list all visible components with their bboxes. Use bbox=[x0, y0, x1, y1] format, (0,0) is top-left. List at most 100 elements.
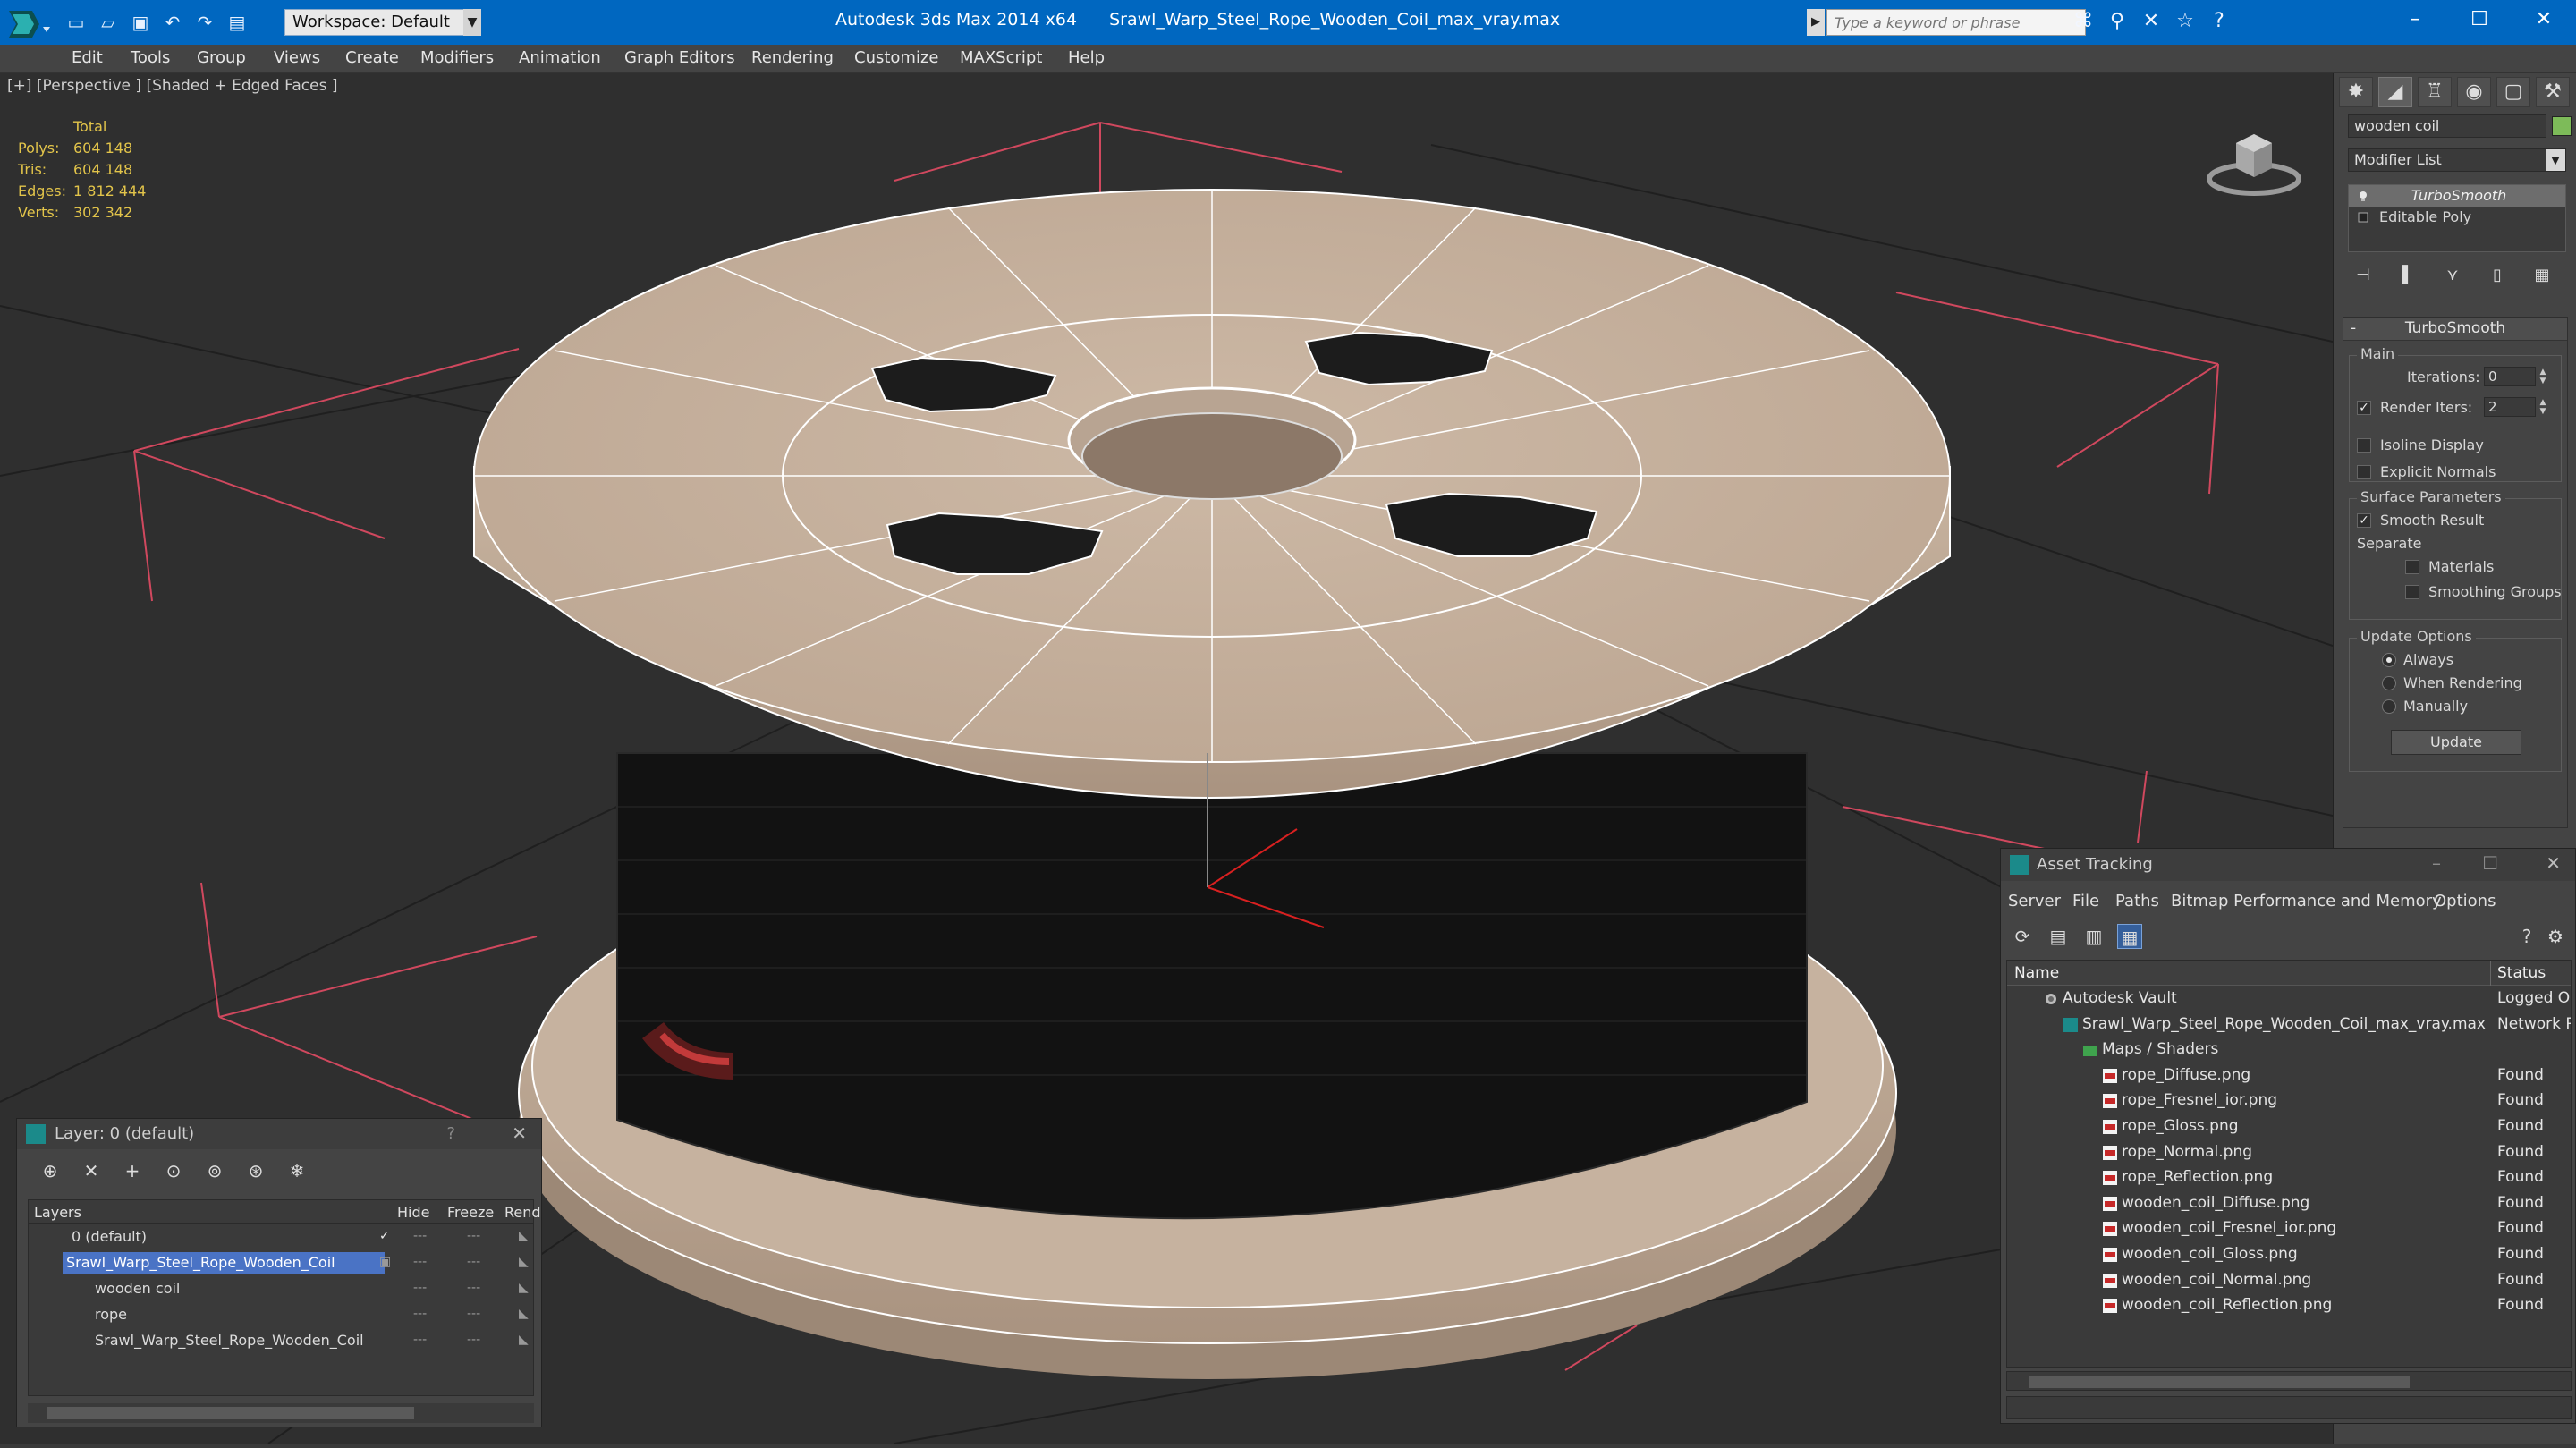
update-button[interactable]: Update bbox=[2391, 730, 2521, 755]
project-folder-icon[interactable]: ▤ bbox=[225, 11, 249, 34]
materials-checkbox[interactable] bbox=[2405, 560, 2419, 574]
display-tab-icon[interactable]: ▢ bbox=[2496, 77, 2530, 107]
hide-toggle[interactable]: --- bbox=[413, 1229, 427, 1243]
freeze-toggle[interactable]: --- bbox=[467, 1307, 480, 1321]
delete-layer-icon[interactable]: ✕ bbox=[78, 1158, 105, 1183]
asset-row-maps-folder[interactable]: Maps / Shaders bbox=[2007, 1037, 2571, 1063]
minimize-icon[interactable]: – bbox=[2383, 0, 2447, 39]
help-icon[interactable]: ? bbox=[446, 1124, 455, 1143]
search-input[interactable] bbox=[1826, 9, 2086, 36]
spinner-arrows-icon[interactable]: ▲ ▼ bbox=[2537, 368, 2549, 387]
hide-all-icon[interactable]: ⊛ bbox=[242, 1158, 269, 1183]
asset-row-file[interactable]: wooden_coil_Gloss.png Found bbox=[2007, 1241, 2571, 1267]
remove-modifier-icon[interactable]: ▯ bbox=[2482, 263, 2512, 288]
viewport-label[interactable]: [+] [Perspective ] [Shaded + Edged Faces… bbox=[7, 77, 337, 95]
menu-create[interactable]: Create bbox=[345, 48, 399, 67]
motion-tab-icon[interactable]: ◉ bbox=[2457, 77, 2491, 107]
col-render[interactable]: Rend bbox=[504, 1204, 541, 1221]
column-divider[interactable] bbox=[2490, 961, 2491, 986]
maximize-icon[interactable]: ☐ bbox=[2447, 0, 2512, 39]
asset-row-file[interactable]: wooden_coil_Fresnel_ior.png Found bbox=[2007, 1215, 2571, 1241]
utilities-tab-icon[interactable]: ⚒ bbox=[2536, 77, 2570, 107]
hide-toggle[interactable]: --- bbox=[413, 1307, 427, 1321]
current-layer-icon[interactable]: ▣ bbox=[379, 1255, 391, 1269]
make-unique-icon[interactable]: ⋎ bbox=[2437, 263, 2468, 288]
isoline-checkbox[interactable] bbox=[2357, 438, 2371, 453]
table-view-icon[interactable]: ▦ bbox=[2117, 924, 2142, 949]
create-layer-icon[interactable]: ⊕ bbox=[37, 1158, 64, 1183]
render-toggle-icon[interactable]: ◣ bbox=[519, 1229, 529, 1243]
maximize-icon[interactable]: ☐ bbox=[2482, 852, 2498, 874]
viewcube[interactable] bbox=[2206, 116, 2302, 202]
refresh-icon[interactable]: ⟳ bbox=[2010, 924, 2035, 949]
create-tab-icon[interactable]: ✸ bbox=[2339, 77, 2373, 107]
layer-row[interactable]: Srawl_Warp_Steel_Rope_Wooden_Coil --- --… bbox=[29, 1327, 533, 1353]
help-icon[interactable]: ? bbox=[2514, 924, 2539, 949]
horizontal-scrollbar[interactable] bbox=[28, 1403, 534, 1423]
iterations-spinner[interactable]: 0 ▲ ▼ bbox=[2484, 367, 2546, 386]
asset-row-file[interactable]: wooden_coil_Normal.png Found bbox=[2007, 1267, 2571, 1293]
asset-dialog-titlebar[interactable]: Asset Tracking – ☐ ✕ bbox=[2001, 849, 2575, 881]
select-objects-icon[interactable]: ⊙ bbox=[160, 1158, 187, 1183]
binoculars-icon[interactable]: ⌘ bbox=[2072, 9, 2095, 34]
asset-row-file[interactable]: rope_Normal.png Found bbox=[2007, 1139, 2571, 1165]
object-name-field[interactable]: wooden coil bbox=[2348, 114, 2546, 138]
asset-menu-bitmap[interactable]: Bitmap Performance and Memory bbox=[2171, 892, 2442, 910]
save-icon[interactable]: ▣ bbox=[129, 11, 152, 34]
render-toggle-icon[interactable]: ◣ bbox=[519, 1307, 529, 1321]
app-logo-button[interactable] bbox=[5, 7, 52, 41]
list-view-icon[interactable]: ▤ bbox=[2046, 924, 2071, 949]
add-to-layer-icon[interactable]: + bbox=[119, 1158, 146, 1183]
menu-modifiers[interactable]: Modifiers bbox=[420, 48, 494, 67]
layer-row[interactable]: Srawl_Warp_Steel_Rope_Wooden_Coil ▣ --- … bbox=[29, 1249, 533, 1275]
open-file-icon[interactable]: ▱ bbox=[97, 11, 120, 34]
layer-name[interactable]: 0 (default) bbox=[68, 1226, 150, 1248]
undo-icon[interactable]: ↶ bbox=[161, 11, 184, 34]
asset-path-field[interactable] bbox=[2006, 1396, 2572, 1419]
layer-object-name[interactable]: Srawl_Warp_Steel_Rope_Wooden_Coil bbox=[91, 1330, 368, 1351]
layer-row[interactable]: 0 (default) ✓ --- --- ◣ bbox=[29, 1224, 533, 1249]
render-toggle-icon[interactable]: ◣ bbox=[519, 1281, 529, 1295]
communication-icon[interactable]: ✕ bbox=[2140, 9, 2163, 34]
expand-icon[interactable] bbox=[2358, 212, 2368, 223]
asset-row-max-file[interactable]: Srawl_Warp_Steel_Rope_Wooden_Coil_max_vr… bbox=[2007, 1012, 2571, 1037]
layer-object-name[interactable]: rope bbox=[91, 1304, 131, 1325]
hierarchy-tab-icon[interactable]: ♖ bbox=[2418, 77, 2452, 107]
menu-rendering[interactable]: Rendering bbox=[751, 48, 834, 67]
asset-row-file[interactable]: rope_Reflection.png Found bbox=[2007, 1164, 2571, 1190]
menu-customize[interactable]: Customize bbox=[854, 48, 938, 67]
asset-row-file[interactable]: wooden_coil_Reflection.png Found bbox=[2007, 1292, 2571, 1318]
asset-menu-server[interactable]: Server bbox=[2008, 892, 2061, 910]
menu-edit[interactable]: Edit bbox=[72, 48, 103, 67]
new-file-icon[interactable]: ▭ bbox=[64, 11, 88, 34]
show-end-result-icon[interactable]: ▌ bbox=[2393, 263, 2423, 288]
menu-animation[interactable]: Animation bbox=[519, 48, 601, 67]
spinner-arrows-icon[interactable]: ▲ ▼ bbox=[2537, 398, 2549, 418]
when-rendering-radio[interactable] bbox=[2382, 676, 2396, 690]
subscription-icon[interactable]: ⚲ bbox=[2106, 9, 2129, 34]
col-hide[interactable]: Hide bbox=[397, 1204, 429, 1221]
hide-toggle[interactable]: --- bbox=[413, 1333, 427, 1347]
smoothing-groups-checkbox[interactable] bbox=[2405, 585, 2419, 599]
layer-dialog-titlebar[interactable]: Layer: 0 (default) ? ✕ bbox=[17, 1119, 541, 1149]
asset-row-file[interactable]: rope_Fresnel_ior.png Found bbox=[2007, 1088, 2571, 1114]
help-icon[interactable]: ? bbox=[2207, 9, 2231, 34]
freeze-toggle[interactable]: --- bbox=[467, 1255, 480, 1269]
configure-sets-icon[interactable]: ▦ bbox=[2527, 263, 2557, 288]
tree-view-icon[interactable]: ▥ bbox=[2081, 924, 2106, 949]
render-toggle-icon[interactable]: ◣ bbox=[519, 1255, 529, 1269]
minimize-icon[interactable]: – bbox=[2432, 852, 2441, 874]
layer-object-name[interactable]: wooden coil bbox=[91, 1278, 183, 1300]
asset-row-file[interactable]: wooden_coil_Diffuse.png Found bbox=[2007, 1190, 2571, 1216]
pin-stack-icon[interactable]: ⊣ bbox=[2348, 263, 2378, 288]
workspace-menu-icon[interactable]: ▼ bbox=[463, 9, 481, 36]
smooth-result-checkbox[interactable]: ✓ bbox=[2357, 513, 2371, 528]
col-freeze[interactable]: Freeze bbox=[447, 1204, 494, 1221]
modify-tab-icon[interactable]: ◢ bbox=[2378, 77, 2412, 107]
menu-help[interactable]: Help bbox=[1068, 48, 1105, 67]
menu-tools[interactable]: Tools bbox=[131, 48, 170, 67]
menu-maxscript[interactable]: MAXScript bbox=[960, 48, 1042, 67]
col-layers[interactable]: Layers bbox=[34, 1204, 81, 1221]
menu-views[interactable]: Views bbox=[274, 48, 320, 67]
explicit-normals-checkbox[interactable] bbox=[2357, 465, 2371, 479]
